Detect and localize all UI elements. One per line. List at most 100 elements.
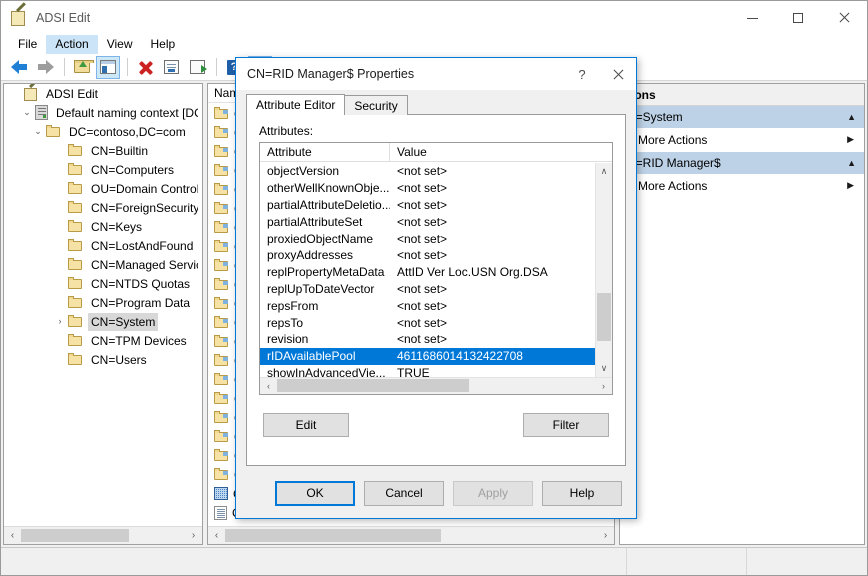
scroll-down-icon[interactable]: ∨ <box>596 360 612 377</box>
tree-item-cn-lostandfound[interactable]: CN=LostAndFound <box>4 236 202 255</box>
folder-icon <box>68 220 83 233</box>
attribute-row[interactable]: showInAdvancedVie... TRUE <box>260 365 595 377</box>
actions-group-header[interactable]: N=RID Manager$ ▲ <box>620 152 864 174</box>
tree-item-cn-builtin[interactable]: CN=Builtin <box>4 141 202 160</box>
ok-button[interactable]: OK <box>275 480 355 506</box>
menu-view[interactable]: View <box>98 35 142 54</box>
attribute-row[interactable]: objectVersion <not set> <box>260 163 595 180</box>
maximize-button[interactable] <box>775 1 821 35</box>
attribute-row[interactable]: proxiedObjectName <not set> <box>260 230 595 247</box>
tree-item-cn-tpm-devices[interactable]: CN=TPM Devices <box>4 331 202 350</box>
tree-item-label: ADSI Edit <box>46 86 99 101</box>
delete-button[interactable] <box>133 56 157 79</box>
attributes-vscroll-thumb[interactable] <box>597 293 611 341</box>
attribute-row[interactable]: partialAttributeSet <not set> <box>260 213 595 230</box>
attributes-hscroll-track[interactable] <box>277 378 595 394</box>
column-value[interactable]: Value <box>390 145 612 159</box>
tab-security[interactable]: Security <box>344 95 408 115</box>
tree-item-cn-program-data[interactable]: CN=Program Data <box>4 293 202 312</box>
help-button[interactable]: Help <box>542 480 622 506</box>
tree-item-ou-domain-control[interactable]: OU=Domain Control <box>4 179 202 198</box>
tree-item-cn-system[interactable]: › CN=System <box>4 312 202 331</box>
attribute-row[interactable]: revision <not set> <box>260 331 595 348</box>
results-horizontal-scrollbar[interactable]: ‹ › <box>208 526 614 544</box>
attribute-row[interactable]: repsFrom <not set> <box>260 297 595 314</box>
show-tree-button[interactable] <box>96 55 120 79</box>
tree-scroll-thumb[interactable] <box>21 529 129 542</box>
attribute-value: 4611686014132422708 <box>397 349 523 364</box>
attribute-row[interactable]: repsTo <not set> <box>260 314 595 331</box>
scroll-left-icon[interactable]: ‹ <box>260 378 277 394</box>
action-more-actions[interactable]: More Actions ▶ <box>620 128 864 152</box>
chevron-down-icon[interactable]: ⌄ <box>30 122 46 141</box>
dialog-close-button[interactable] <box>600 58 636 90</box>
scroll-up-icon[interactable]: ∧ <box>596 163 612 180</box>
close-button[interactable] <box>821 1 867 35</box>
attributes-hscroll-thumb[interactable] <box>277 379 469 392</box>
chevron-down-icon[interactable]: ⌄ <box>19 103 35 122</box>
attribute-value: <not set> <box>397 214 448 229</box>
tree-item-cn-computers[interactable]: CN=Computers <box>4 160 202 179</box>
show-tree-icon <box>100 60 116 74</box>
tree-item-cn-foreignsecurityf[interactable]: CN=ForeignSecurityF <box>4 198 202 217</box>
tree-horizontal-scrollbar[interactable]: ‹ › <box>4 526 202 544</box>
scroll-right-icon[interactable]: › <box>595 378 612 394</box>
menu-action[interactable]: Action <box>46 34 98 54</box>
adsi-edit-window: ADSI Edit File Action View Help ? ADSI E… <box>0 0 868 576</box>
attributes-horizontal-scrollbar[interactable]: ‹ › <box>260 377 612 394</box>
tab-attribute-editor[interactable]: Attribute Editor <box>246 94 346 115</box>
scroll-right-icon[interactable]: › <box>597 527 614 544</box>
rid-manager-icon <box>214 487 228 500</box>
results-scroll-track[interactable] <box>225 527 597 544</box>
actions-pane-title: tions <box>620 84 864 106</box>
tree-item-label: CN=ForeignSecurityF <box>91 200 198 215</box>
chevron-right-icon[interactable]: › <box>52 312 68 331</box>
up-folder-button[interactable] <box>70 56 94 79</box>
attribute-row[interactable]: replPropertyMetaData AttID Ver Loc.USN Or… <box>260 264 595 281</box>
cancel-button[interactable]: Cancel <box>364 480 444 506</box>
filter-button[interactable]: Filter <box>523 413 609 437</box>
scroll-left-icon[interactable]: ‹ <box>208 527 225 544</box>
properties-button[interactable] <box>159 56 183 79</box>
tree-scroll-track[interactable] <box>21 527 185 544</box>
tree-item-default-naming-context-dc[interactable]: ⌄ Default naming context [DC <box>4 103 202 122</box>
attribute-row[interactable]: replUpToDateVector <not set> <box>260 281 595 298</box>
actions-group-header[interactable]: N=System ▲ <box>620 106 864 128</box>
menu-file[interactable]: File <box>9 35 46 54</box>
tree-item-cn-ntds-quotas[interactable]: CN=NTDS Quotas <box>4 274 202 293</box>
up-folder-icon <box>73 60 94 74</box>
back-button[interactable] <box>7 56 31 79</box>
attribute-row[interactable]: partialAttributeDeletio... <not set> <box>260 197 595 214</box>
actions-group-label: N=RID Manager$ <box>627 156 721 170</box>
attribute-row[interactable]: rIDAvailablePool 4611686014132422708 <box>260 347 595 365</box>
attribute-row[interactable]: otherWellKnownObje... <not set> <box>260 180 595 197</box>
forward-button[interactable] <box>33 56 57 79</box>
tree-item-adsi-edit[interactable]: ADSI Edit <box>4 84 202 103</box>
tree-item-cn-keys[interactable]: CN=Keys <box>4 217 202 236</box>
container-icon <box>214 468 229 481</box>
attribute-row[interactable]: proxyAddresses <not set> <box>260 247 595 264</box>
dialog-help-button[interactable]: ? <box>564 58 600 90</box>
column-attribute[interactable]: Attribute <box>260 143 390 161</box>
title-bar: ADSI Edit <box>1 1 867 35</box>
chevron-up-icon[interactable]: ▲ <box>847 112 856 122</box>
attribute-value: <not set> <box>397 181 448 196</box>
scroll-right-icon[interactable]: › <box>185 527 202 544</box>
action-more-actions[interactable]: More Actions ▶ <box>620 174 864 198</box>
tree-item-dc-contoso-dc-com[interactable]: ⌄ DC=contoso,DC=com <box>4 122 202 141</box>
edit-button[interactable]: Edit <box>263 413 349 437</box>
status-cell-main <box>1 548 627 575</box>
tree-item-cn-managed-servic[interactable]: CN=Managed Servic <box>4 255 202 274</box>
export-list-button[interactable] <box>185 56 209 79</box>
menu-help[interactable]: Help <box>142 35 185 54</box>
results-scroll-thumb[interactable] <box>225 529 441 542</box>
attributes-vertical-scrollbar[interactable]: ∧ ∨ <box>595 163 612 377</box>
tree-item-cn-users[interactable]: CN=Users <box>4 350 202 369</box>
status-cell-3 <box>747 548 867 575</box>
dialog-tabs: Attribute Editor Security <box>246 94 408 115</box>
minimize-button[interactable] <box>729 1 775 35</box>
chevron-up-icon[interactable]: ▲ <box>847 158 856 168</box>
attribute-name: proxiedObjectName <box>267 231 374 246</box>
scroll-left-icon[interactable]: ‹ <box>4 527 21 544</box>
folder-icon <box>68 315 83 328</box>
